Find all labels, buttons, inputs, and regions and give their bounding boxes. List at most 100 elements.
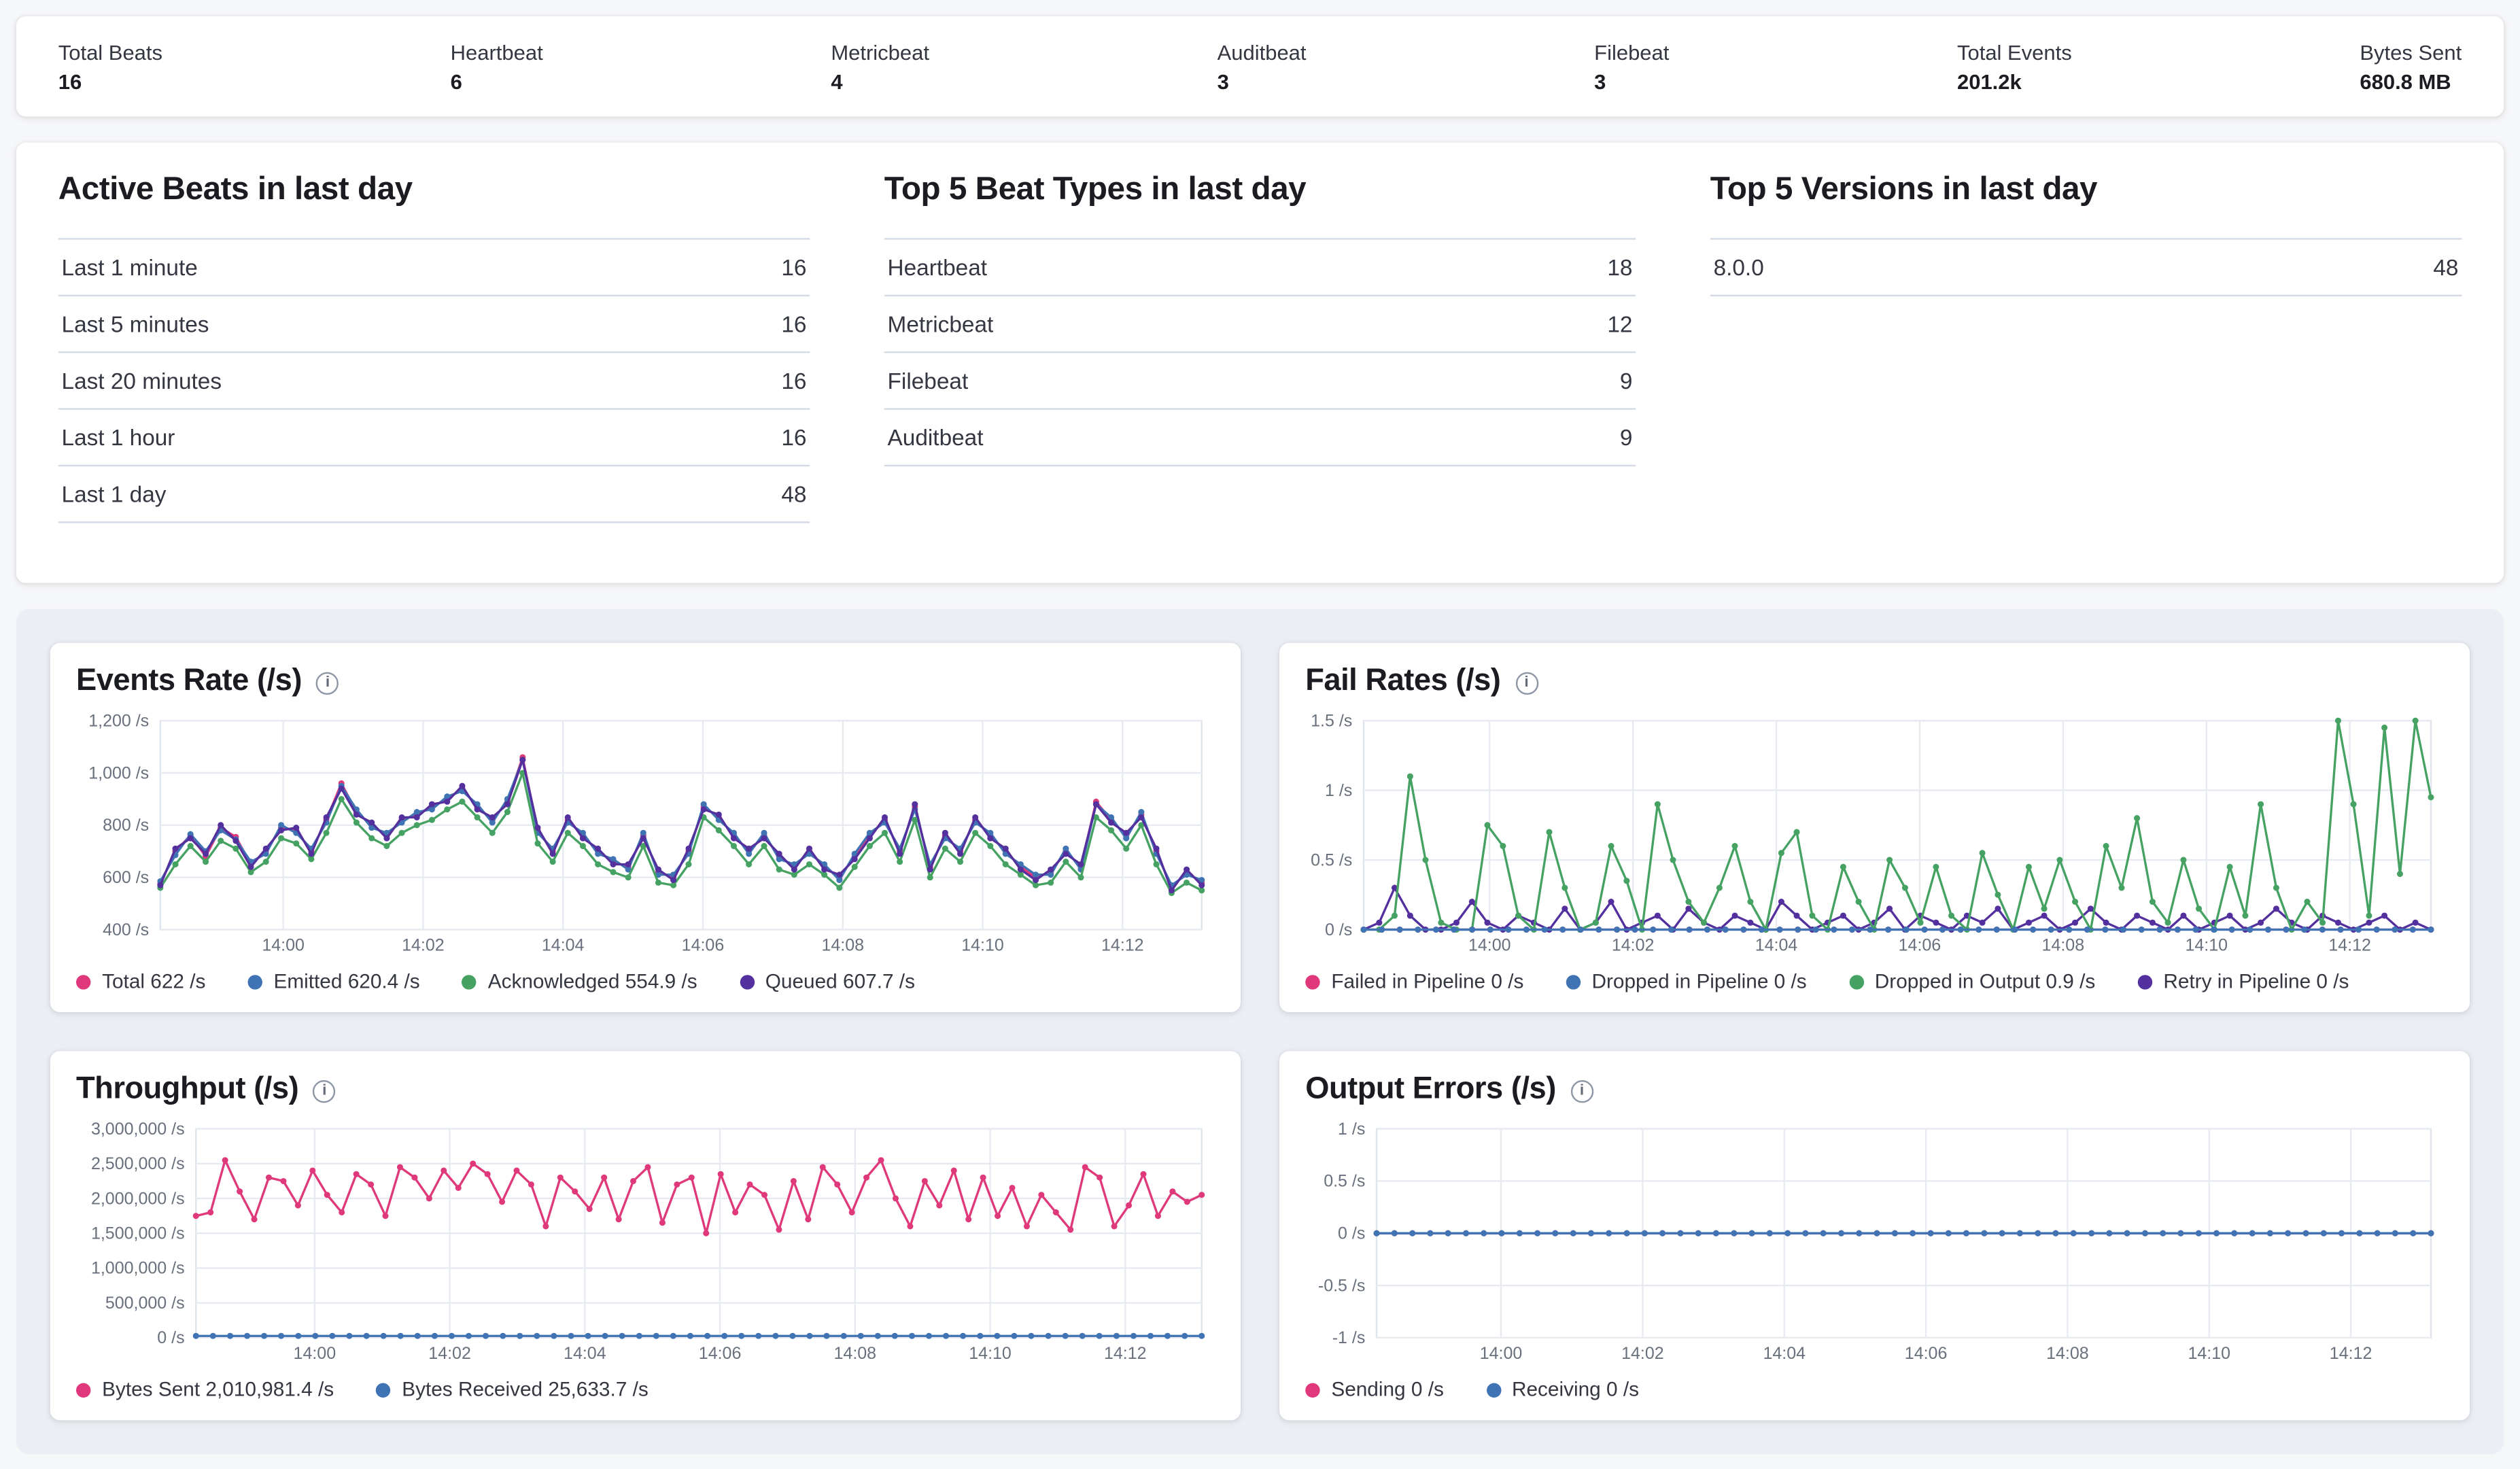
legend-item-sending[interactable]: Sending 0 /s <box>1305 1378 1444 1400</box>
legend-item-bytes-sent[interactable]: Bytes Sent 2,010,981.4 /s <box>76 1378 334 1400</box>
throughput-title: Throughput (/s) <box>76 1072 298 1107</box>
versions-rows: 8.0.0 48 <box>1710 238 2462 296</box>
svg-text:14:06: 14:06 <box>1905 1344 1948 1363</box>
chart-title-row: Throughput (/s) <box>76 1072 1215 1107</box>
svg-text:14:04: 14:04 <box>1755 935 1798 954</box>
legend-label: Retry in Pipeline 0 /s <box>2163 970 2349 992</box>
row-label: Auditbeat <box>888 424 984 450</box>
svg-text:14:02: 14:02 <box>1612 935 1655 954</box>
summary-metrics-bar: Total Beats 16 Heartbeat 6 Metricbeat 4 … <box>16 16 2504 117</box>
svg-text:14:00: 14:00 <box>1468 935 1511 954</box>
info-icon[interactable] <box>316 672 339 695</box>
svg-text:14:08: 14:08 <box>821 935 864 954</box>
legend-label: Total 622 /s <box>102 970 205 992</box>
row-label: Last 5 minutes <box>62 311 209 336</box>
svg-text:-1 /s: -1 /s <box>1332 1328 1366 1347</box>
legend-dot <box>76 974 90 988</box>
metric-label: Total Beats <box>58 39 162 64</box>
metric-value: 4 <box>831 69 929 93</box>
svg-text:14:12: 14:12 <box>1104 1344 1147 1363</box>
legend-label: Failed in Pipeline 0 /s <box>1331 970 1523 992</box>
svg-text:500,000 /s: 500,000 /s <box>105 1294 185 1313</box>
svg-text:14:00: 14:00 <box>294 1344 336 1363</box>
svg-text:1,500,000 /s: 1,500,000 /s <box>91 1224 185 1243</box>
fail-rates-card: Fail Rates (/s) 1.5 /s1 /s0.5 /s0 /s14:0… <box>1279 643 2470 1012</box>
metric-label: Bytes Sent <box>2360 39 2462 64</box>
legend-dot <box>462 974 477 988</box>
output-errors-chart[interactable]: 1 /s0.5 /s0 /s-0.5 /s-1 /s14:0014:0214:0… <box>1305 1121 2444 1364</box>
legend-item-total[interactable]: Total 622 /s <box>76 970 205 992</box>
beat-types-rows: Heartbeat 18 Metricbeat 12 Filebeat 9 Au… <box>884 238 1636 466</box>
chart-title-row: Output Errors (/s) <box>1305 1072 2444 1107</box>
metric-metricbeat: Metricbeat 4 <box>831 39 929 93</box>
svg-text:14:12: 14:12 <box>1101 935 1144 954</box>
legend-item-retry-in-pipeline[interactable]: Retry in Pipeline 0 /s <box>2137 970 2349 992</box>
svg-text:14:00: 14:00 <box>262 935 305 954</box>
svg-text:1 /s: 1 /s <box>1325 781 1352 800</box>
metric-total-events: Total Events 201.2k <box>1957 39 2072 93</box>
svg-text:14:10: 14:10 <box>961 935 1004 954</box>
list-row-version-800: 8.0.0 48 <box>1710 240 2462 296</box>
info-icon[interactable] <box>1515 672 1538 695</box>
svg-text:14:10: 14:10 <box>969 1344 1012 1363</box>
info-icon[interactable] <box>313 1080 336 1103</box>
svg-text:14:04: 14:04 <box>542 935 585 954</box>
svg-text:14:02: 14:02 <box>402 935 445 954</box>
svg-text:0 /s: 0 /s <box>1338 1224 1365 1243</box>
row-label: Last 1 hour <box>62 424 175 450</box>
row-value: 16 <box>781 311 806 336</box>
output-errors-title: Output Errors (/s) <box>1305 1072 1556 1107</box>
legend-dot <box>76 1382 90 1396</box>
metric-label: Auditbeat <box>1218 39 1307 64</box>
legend-item-failed-in-pipeline[interactable]: Failed in Pipeline 0 /s <box>1305 970 1523 992</box>
svg-text:14:12: 14:12 <box>2330 1344 2372 1363</box>
metric-bytes-sent: Bytes Sent 680.8 MB <box>2360 39 2462 93</box>
row-label: Last 1 minute <box>62 254 198 280</box>
legend-label: Queued 607.7 /s <box>765 970 915 992</box>
svg-text:14:08: 14:08 <box>2042 935 2085 954</box>
events-rate-chart[interactable]: 1,200 /s1,000 /s800 /s600 /s400 /s14:001… <box>76 712 1215 955</box>
legend-label: Acknowledged 554.9 /s <box>488 970 697 992</box>
info-icon[interactable] <box>1570 1080 1593 1103</box>
metric-value: 201.2k <box>1957 69 2072 93</box>
list-row-last-1-day: Last 1 day 48 <box>58 466 810 523</box>
legend-item-dropped-in-output[interactable]: Dropped in Output 0.9 /s <box>1849 970 2096 992</box>
svg-text:14:02: 14:02 <box>1621 1344 1664 1363</box>
legend-item-emitted[interactable]: Emitted 620.4 /s <box>247 970 419 992</box>
list-row-heartbeat: Heartbeat 18 <box>884 240 1636 296</box>
svg-text:3,000,000 /s: 3,000,000 /s <box>91 1121 185 1139</box>
svg-text:14:00: 14:00 <box>1480 1344 1523 1363</box>
svg-text:14:08: 14:08 <box>834 1344 877 1363</box>
legend-dot <box>1305 974 1319 988</box>
chart-svg: 1,200 /s1,000 /s800 /s600 /s400 /s14:001… <box>76 712 1215 955</box>
row-value: 9 <box>1620 424 1633 450</box>
legend-item-acknowledged[interactable]: Acknowledged 554.9 /s <box>462 970 697 992</box>
legend-label: Dropped in Output 0.9 /s <box>1875 970 2095 992</box>
legend-item-queued[interactable]: Queued 607.7 /s <box>740 970 915 992</box>
row-value: 16 <box>781 424 806 450</box>
svg-text:14:10: 14:10 <box>2188 1344 2230 1363</box>
svg-text:1 /s: 1 /s <box>1338 1121 1365 1139</box>
svg-text:14:12: 14:12 <box>2328 935 2371 954</box>
svg-text:2,000,000 /s: 2,000,000 /s <box>91 1189 185 1208</box>
output-errors-legend: Sending 0 /s Receiving 0 /s <box>1305 1378 2444 1400</box>
throughput-chart[interactable]: 3,000,000 /s2,500,000 /s2,000,000 /s1,50… <box>76 1121 1215 1364</box>
row-label: Filebeat <box>888 368 969 394</box>
legend-item-bytes-received[interactable]: Bytes Received 25,633.7 /s <box>376 1378 649 1400</box>
legend-dot <box>740 974 754 988</box>
legend-label: Receiving 0 /s <box>1512 1378 1639 1400</box>
row-label: Heartbeat <box>888 254 987 280</box>
metric-label: Filebeat <box>1594 39 1669 64</box>
legend-item-dropped-in-pipeline[interactable]: Dropped in Pipeline 0 /s <box>1566 970 1806 992</box>
metric-label: Metricbeat <box>831 39 929 64</box>
legend-dot <box>376 1382 390 1396</box>
legend-item-receiving[interactable]: Receiving 0 /s <box>1486 1378 1639 1400</box>
metric-value: 680.8 MB <box>2360 69 2462 93</box>
row-value: 12 <box>1607 311 1632 336</box>
legend-label: Dropped in Pipeline 0 /s <box>1591 970 1806 992</box>
row-label: Metricbeat <box>888 311 994 336</box>
metric-filebeat: Filebeat 3 <box>1594 39 1669 93</box>
charts-panel: Events Rate (/s) 1,200 /s1,000 /s800 /s6… <box>16 609 2504 1455</box>
fail-rates-chart[interactable]: 1.5 /s1 /s0.5 /s0 /s14:0014:0214:0414:06… <box>1305 712 2444 955</box>
throughput-card: Throughput (/s) 3,000,000 /s2,500,000 /s… <box>50 1051 1241 1420</box>
